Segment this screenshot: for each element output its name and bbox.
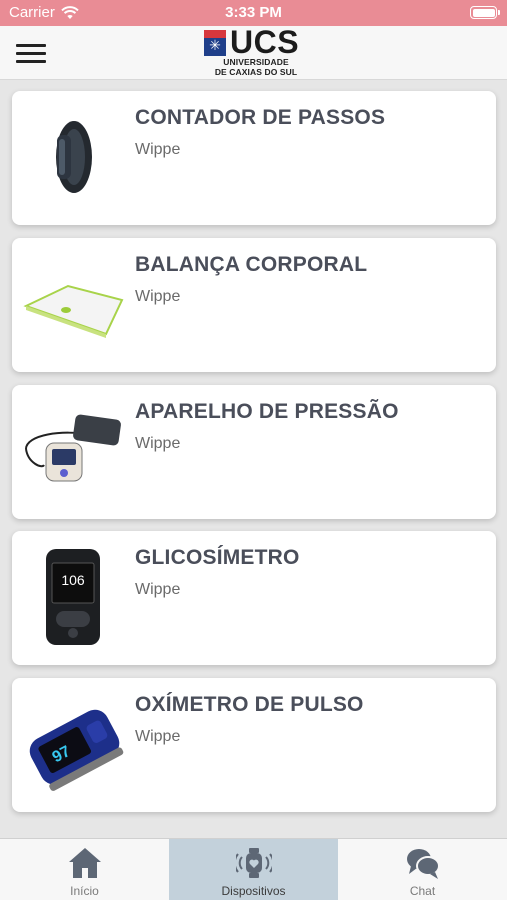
tab-label: Chat xyxy=(409,884,436,898)
device-title: BALANÇA CORPORAL xyxy=(135,253,368,276)
tab-chat[interactable]: Chat xyxy=(338,839,507,900)
device-brand: Wippe xyxy=(135,728,181,745)
device-brand: Wippe xyxy=(135,141,181,158)
step-counter-image xyxy=(56,121,92,193)
device-card-glucometer[interactable]: 106 GLICOSÍMETRO Wippe xyxy=(12,531,496,665)
blood-pressure-monitor-image xyxy=(25,414,121,482)
status-time: 3:33 PM xyxy=(225,4,282,21)
logo-subtitle: UNIVERSIDADE DE CAXIAS DO SUL xyxy=(214,57,298,77)
device-card-blood-pressure[interactable]: APARELHO DE PRESSÃO Wippe xyxy=(12,385,496,519)
nav-bar: ✳ UCS UNIVERSIDADE DE CAXIAS DO SUL xyxy=(0,24,507,80)
glucometer-reading: 106 xyxy=(61,572,85,588)
device-title: OXÍMETRO DE PULSO xyxy=(135,693,364,716)
ucs-logo: ✳ UCS UNIVERSIDADE DE CAXIAS DO SUL xyxy=(204,24,308,78)
pulse-oximeter-image: 97 xyxy=(29,709,124,791)
device-list: CONTADOR DE PASSOS Wippe BALANÇA CORPORA… xyxy=(0,80,507,838)
tab-inicio[interactable]: Início xyxy=(0,839,169,900)
device-brand: Wippe xyxy=(135,435,181,452)
device-title: GLICOSÍMETRO xyxy=(135,546,300,569)
device-card-pulse-oximeter[interactable]: 97 OXÍMETRO DE PULSO Wippe xyxy=(12,678,496,812)
hamburger-menu-icon[interactable] xyxy=(16,44,46,64)
tab-label: Início xyxy=(70,884,99,898)
device-title: APARELHO DE PRESSÃO xyxy=(135,400,399,423)
home-icon xyxy=(68,848,101,878)
tab-bar: Início Dispositivos Chat xyxy=(0,838,507,900)
ucs-logo-mark: ✳ xyxy=(204,30,226,56)
device-brand: Wippe xyxy=(135,288,181,305)
body-scale-image xyxy=(23,284,124,338)
tab-dispositivos[interactable]: Dispositivos xyxy=(169,839,338,900)
status-bar: Carrier 3:33 PM xyxy=(0,0,507,26)
tab-label: Dispositivos xyxy=(221,884,286,898)
smartwatch-icon xyxy=(235,848,272,878)
device-card-body-scale[interactable]: BALANÇA CORPORAL Wippe xyxy=(12,238,496,372)
device-card-step-counter[interactable]: CONTADOR DE PASSOS Wippe xyxy=(12,91,496,225)
device-brand: Wippe xyxy=(135,581,181,598)
chat-bubbles-icon xyxy=(406,849,440,879)
logo-text: UCS xyxy=(230,24,300,60)
device-title: CONTADOR DE PASSOS xyxy=(135,106,386,129)
glucometer-image: 106 xyxy=(46,549,100,645)
battery-icon xyxy=(470,6,500,19)
